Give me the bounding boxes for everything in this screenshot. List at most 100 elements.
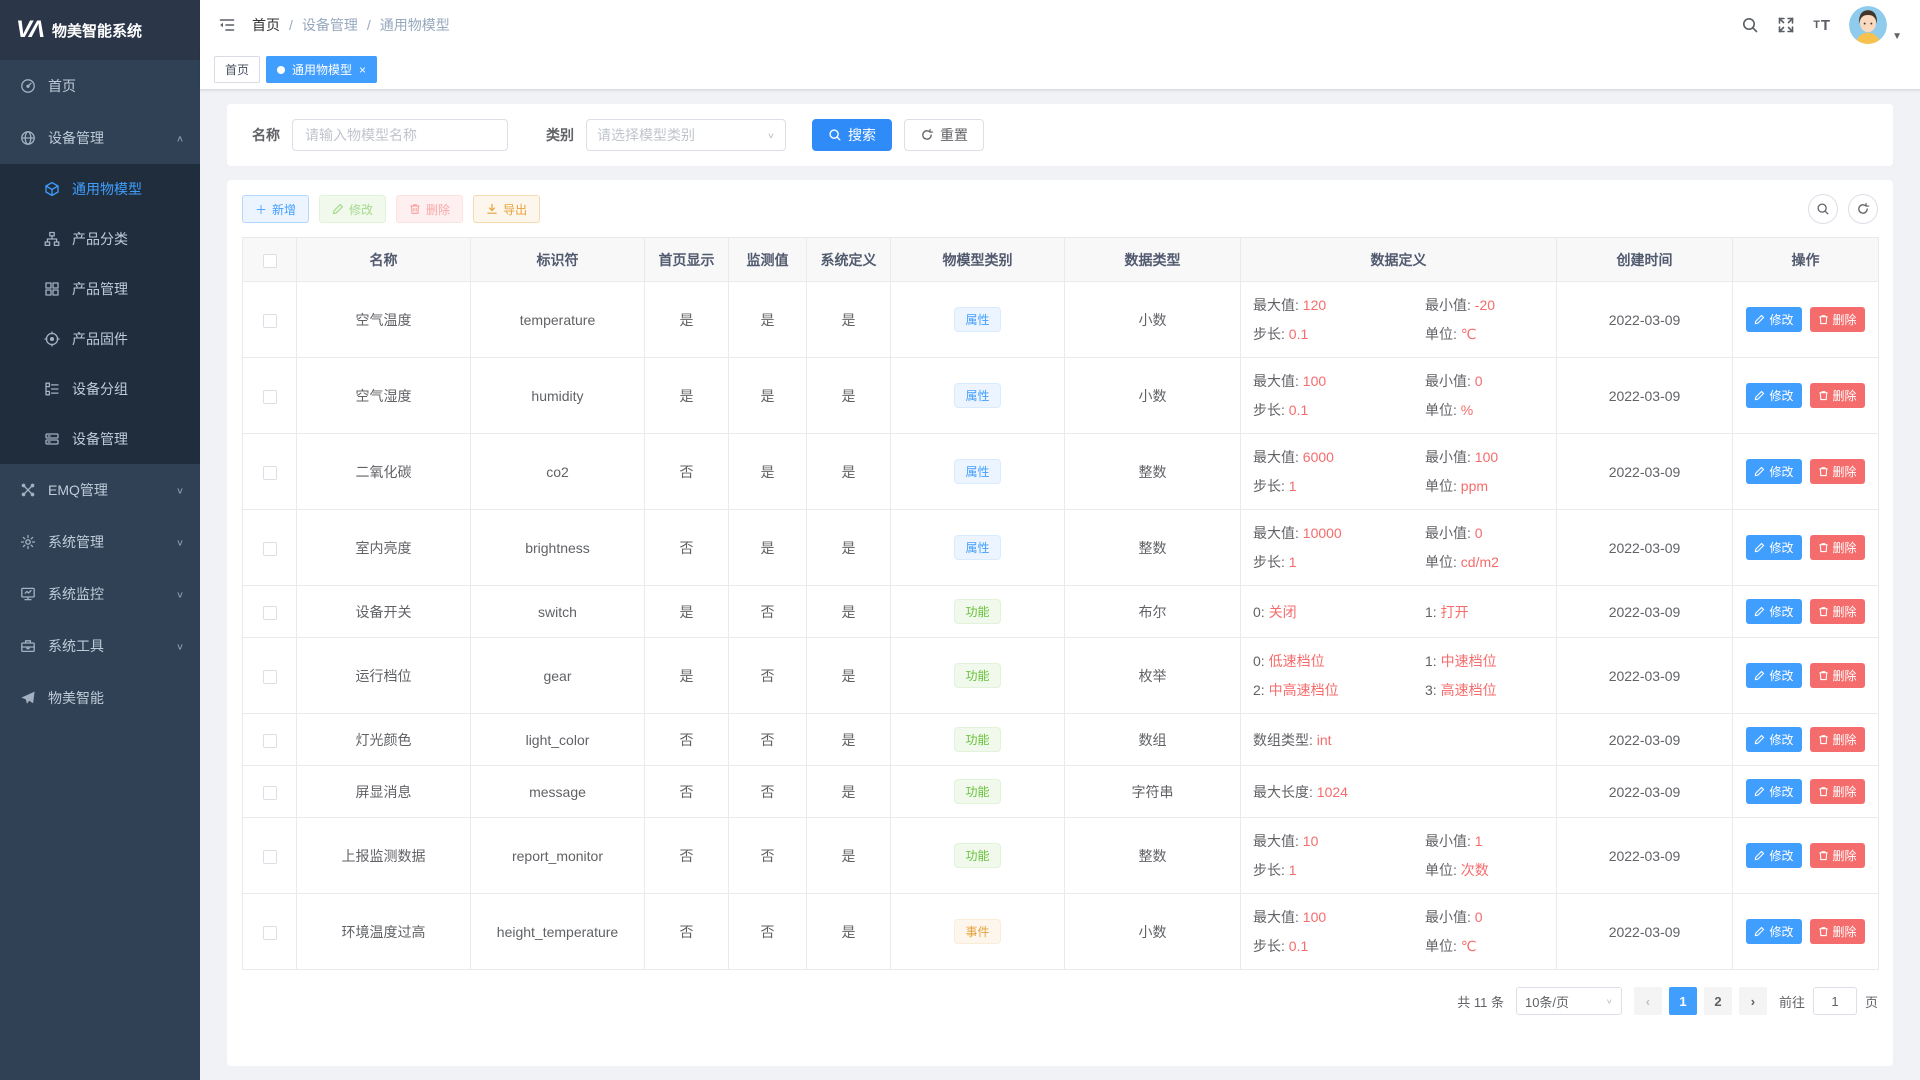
definition-pair: 单位: ℃ bbox=[1425, 936, 1548, 956]
row-edit-button[interactable]: 修改 bbox=[1746, 663, 1801, 688]
goto-suffix: 页 bbox=[1865, 992, 1878, 1011]
delete-button[interactable]: 删除 bbox=[396, 195, 463, 223]
row-checkbox[interactable] bbox=[263, 670, 277, 684]
row-checkbox[interactable] bbox=[263, 850, 277, 864]
close-icon[interactable]: × bbox=[359, 64, 366, 76]
page-button-1[interactable]: 1 bbox=[1669, 987, 1697, 1015]
reset-button[interactable]: 重置 bbox=[904, 119, 984, 151]
font-size-icon[interactable]: TT bbox=[1813, 17, 1831, 34]
sidebar-item-产品固件[interactable]: 产品固件 bbox=[0, 314, 200, 364]
sidebar-item-产品分类[interactable]: 产品分类 bbox=[0, 214, 200, 264]
sidebar-item-物美智能[interactable]: 物美智能 bbox=[0, 672, 200, 724]
cell-home-display: 否 bbox=[645, 766, 729, 818]
goto-page: 前往 页 bbox=[1779, 987, 1878, 1015]
row-delete-button[interactable]: 删除 bbox=[1810, 383, 1865, 408]
cell-system-defined: 是 bbox=[807, 282, 891, 358]
name-filter-input[interactable] bbox=[292, 119, 508, 151]
row-edit-button[interactable]: 修改 bbox=[1746, 779, 1801, 804]
cell-created-time: 2022-03-09 bbox=[1557, 586, 1733, 638]
page-size-select[interactable]: 10条/页 ∨ bbox=[1516, 987, 1622, 1015]
page-button-2[interactable]: 2 bbox=[1704, 987, 1732, 1015]
table-row: 二氧化碳 co2 否 是 是 属性 整数 最大值: 6000最小值: 100步长… bbox=[243, 434, 1879, 510]
row-delete-button[interactable]: 删除 bbox=[1810, 843, 1865, 868]
row-checkbox[interactable] bbox=[263, 786, 277, 800]
row-delete-button[interactable]: 删除 bbox=[1810, 599, 1865, 624]
row-delete-button[interactable]: 删除 bbox=[1810, 663, 1865, 688]
refresh-icon[interactable] bbox=[1848, 194, 1878, 224]
row-delete-button[interactable]: 删除 bbox=[1810, 727, 1865, 752]
row-checkbox[interactable] bbox=[263, 314, 277, 328]
search-icon[interactable] bbox=[1741, 16, 1759, 34]
column-header: 数据类型 bbox=[1065, 238, 1241, 282]
column-header: 操作 bbox=[1733, 238, 1879, 282]
category-filter-select[interactable]: 请选择模型类别 ∨ bbox=[586, 119, 786, 151]
column-header: 标识符 bbox=[471, 238, 645, 282]
show-search-icon[interactable] bbox=[1808, 194, 1838, 224]
user-menu[interactable]: ▼ bbox=[1849, 6, 1902, 44]
next-page-button[interactable]: › bbox=[1739, 987, 1767, 1015]
row-delete-button[interactable]: 删除 bbox=[1810, 779, 1865, 804]
prev-page-button[interactable]: ‹ bbox=[1634, 987, 1662, 1015]
row-delete-button[interactable]: 删除 bbox=[1810, 535, 1865, 560]
goto-page-input[interactable] bbox=[1813, 987, 1857, 1015]
edit-button[interactable]: 修改 bbox=[319, 195, 386, 223]
breadcrumb-item[interactable]: 设备管理 bbox=[302, 15, 358, 35]
row-checkbox[interactable] bbox=[263, 734, 277, 748]
cell-name: 灯光颜色 bbox=[297, 714, 471, 766]
sidebar-item-通用物模型[interactable]: 通用物模型 bbox=[0, 164, 200, 214]
row-edit-button[interactable]: 修改 bbox=[1746, 459, 1801, 484]
export-button[interactable]: 导出 bbox=[473, 195, 540, 223]
device-manage-icon bbox=[20, 130, 36, 146]
row-edit-button[interactable]: 修改 bbox=[1746, 919, 1801, 944]
row-checkbox[interactable] bbox=[263, 466, 277, 480]
row-checkbox[interactable] bbox=[263, 926, 277, 940]
sidebar-item-产品管理[interactable]: 产品管理 bbox=[0, 264, 200, 314]
row-edit-button[interactable]: 修改 bbox=[1746, 535, 1801, 560]
definition-pair: 3: 高速档位 bbox=[1425, 680, 1548, 700]
definition-pair: 0: 低速档位 bbox=[1253, 651, 1425, 671]
row-checkbox[interactable] bbox=[263, 606, 277, 620]
row-delete-button[interactable]: 删除 bbox=[1810, 307, 1865, 332]
select-all-checkbox[interactable] bbox=[263, 254, 277, 268]
cell-system-defined: 是 bbox=[807, 510, 891, 586]
sidebar-item-设备管理[interactable]: 设备管理∧ bbox=[0, 112, 200, 164]
sidebar-item-label: 产品分类 bbox=[72, 229, 128, 249]
sidebar-item-label: EMQ管理 bbox=[48, 480, 108, 500]
app-root: VΛ 物美智能系统 首页 设备管理∧ 通用物模型 产品分类 产品管理 产品固件 … bbox=[0, 0, 1920, 1080]
cell-data-definition: 最大长度: 1024 bbox=[1241, 766, 1557, 818]
fullscreen-icon[interactable] bbox=[1777, 16, 1795, 34]
tab-通用物模型[interactable]: 通用物模型 × bbox=[266, 56, 377, 83]
row-checkbox[interactable] bbox=[263, 542, 277, 556]
sidebar-item-系统工具[interactable]: 系统工具∨ bbox=[0, 620, 200, 672]
row-edit-button[interactable]: 修改 bbox=[1746, 307, 1801, 332]
cell-name: 环境温度过高 bbox=[297, 894, 471, 970]
sidebar-item-label: 产品固件 bbox=[72, 329, 128, 349]
sidebar-item-系统管理[interactable]: 系统管理∨ bbox=[0, 516, 200, 568]
menu-collapse-icon[interactable] bbox=[218, 16, 236, 34]
cell-monitor-value: 否 bbox=[729, 714, 807, 766]
row-checkbox[interactable] bbox=[263, 390, 277, 404]
sidebar-item-首页[interactable]: 首页 bbox=[0, 60, 200, 112]
breadcrumb-item[interactable]: 首页 bbox=[252, 15, 280, 35]
row-delete-button[interactable]: 删除 bbox=[1810, 919, 1865, 944]
tab-label: 通用物模型 bbox=[292, 61, 352, 78]
add-button[interactable]: ＋新增 bbox=[242, 195, 309, 223]
row-edit-button[interactable]: 修改 bbox=[1746, 727, 1801, 752]
cell-created-time: 2022-03-09 bbox=[1557, 434, 1733, 510]
sidebar-item-设备分组[interactable]: 设备分组 bbox=[0, 364, 200, 414]
row-edit-button[interactable]: 修改 bbox=[1746, 843, 1801, 868]
sidebar-item-EMQ管理[interactable]: EMQ管理∨ bbox=[0, 464, 200, 516]
row-delete-button[interactable]: 删除 bbox=[1810, 459, 1865, 484]
row-edit-button[interactable]: 修改 bbox=[1746, 599, 1801, 624]
submenu: 通用物模型 产品分类 产品管理 产品固件 设备分组 设备管理 bbox=[0, 164, 200, 464]
tab-首页[interactable]: 首页 bbox=[214, 56, 260, 83]
cell-data-type: 整数 bbox=[1065, 510, 1241, 586]
sidebar-item-系统监控[interactable]: 系统监控∨ bbox=[0, 568, 200, 620]
cell-identifier: message bbox=[471, 766, 645, 818]
row-edit-button[interactable]: 修改 bbox=[1746, 383, 1801, 408]
cell-created-time: 2022-03-09 bbox=[1557, 818, 1733, 894]
avatar[interactable] bbox=[1849, 6, 1887, 44]
search-button[interactable]: 搜索 bbox=[812, 119, 892, 151]
sidebar-item-设备管理[interactable]: 设备管理 bbox=[0, 414, 200, 464]
app-logo: VΛ 物美智能系统 bbox=[0, 0, 200, 60]
